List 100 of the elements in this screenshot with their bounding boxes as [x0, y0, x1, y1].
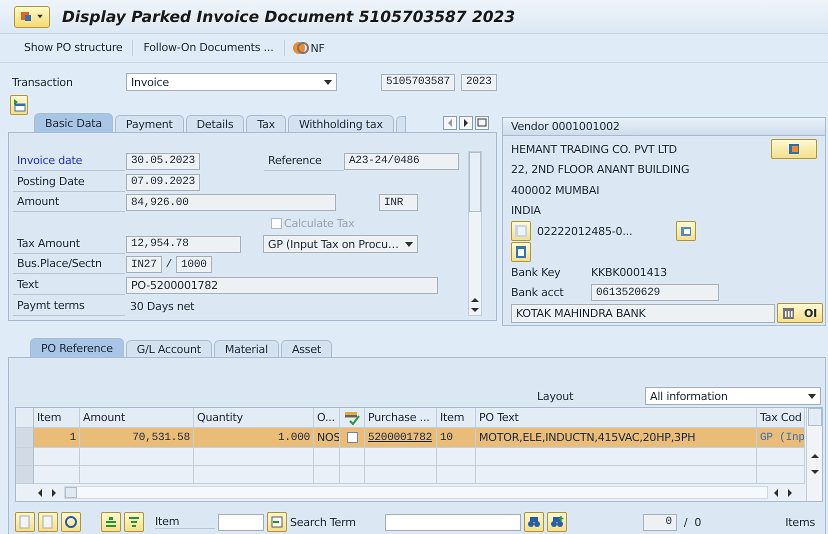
- field-label: Tax Amount: [13, 234, 125, 254]
- page-icon: [41, 515, 55, 529]
- column-header[interactable]: Item: [34, 408, 80, 428]
- communication-button[interactable]: [676, 221, 696, 242]
- column-header[interactable]: Item: [437, 408, 476, 428]
- tab[interactable]: Asset: [280, 340, 332, 357]
- tree-toggle-button[interactable]: [10, 95, 28, 115]
- address-line: INDIA: [511, 204, 541, 218]
- tab[interactable]: Withholding tax: [288, 115, 394, 132]
- table-cell: [340, 466, 365, 484]
- field-label: Amount: [13, 193, 125, 212]
- right-arrow-icon: [463, 119, 469, 127]
- column-header[interactable]: O...: [314, 408, 340, 428]
- fax-button[interactable]: [511, 242, 531, 262]
- table-cell: [314, 448, 340, 466]
- field-label: Bank acct: [511, 286, 564, 300]
- table-cell: 1.000: [194, 428, 314, 448]
- checkmark-icon: [344, 410, 360, 424]
- find-next-button[interactable]: [547, 512, 567, 532]
- field-label: Bus.Place/Sectn: [13, 255, 125, 274]
- search-term-input[interactable]: [385, 514, 521, 530]
- purchase-order-link[interactable]: 5200001782: [365, 428, 437, 448]
- scroll-up-icon[interactable]: [810, 451, 820, 461]
- field-label: Text: [13, 276, 125, 295]
- field-label: Layout: [537, 390, 574, 402]
- grid-icon: [782, 308, 794, 319]
- table-cell: 70,531.58: [80, 428, 194, 448]
- scroll-right-button[interactable]: [459, 116, 473, 130]
- down-arrow-icon[interactable]: [470, 305, 480, 315]
- tax-code-dropdown[interactable]: GP (Input Tax on Procu…: [263, 235, 418, 254]
- layout-dropdown[interactable]: All information: [645, 387, 821, 405]
- tab[interactable]: Tax: [246, 115, 286, 132]
- invoice-date-field: 30.05.2023: [126, 152, 200, 170]
- toolbar-button[interactable]: Follow-On Documents ...: [133, 40, 284, 56]
- address-line: 22, 2ND FLOOR ANANT BUILDING: [511, 163, 690, 176]
- bank-account-field: 0613520629: [591, 284, 719, 302]
- payment-terms-value: 30 Days net: [130, 300, 194, 313]
- details-button[interactable]: [15, 512, 35, 532]
- phone-number: 02222012485-0...: [537, 224, 632, 238]
- column-header[interactable]: Amount: [80, 408, 194, 428]
- tab-list-button[interactable]: [475, 116, 489, 130]
- reference-field: A23-24/0486: [344, 152, 460, 170]
- window-icon: [20, 10, 32, 22]
- tab[interactable]: Basic Data: [34, 113, 113, 132]
- address-line: 400002 MUMBAI: [511, 184, 600, 197]
- filter-icon: [127, 515, 141, 529]
- tax-amount-field: 12,954.78: [126, 236, 241, 253]
- checkbox[interactable]: [346, 432, 358, 443]
- tab[interactable]: Material: [214, 340, 279, 357]
- find-button[interactable]: [524, 512, 544, 532]
- refresh-button[interactable]: [61, 512, 81, 532]
- field-label: Item: [155, 515, 215, 529]
- vendor-details-button[interactable]: [771, 139, 817, 160]
- total-count: 0: [694, 516, 702, 528]
- up-arrow-icon[interactable]: [470, 295, 480, 305]
- menu-button[interactable]: [14, 6, 50, 28]
- left-arrow-icon: [447, 119, 453, 127]
- horizontal-scrollbar[interactable]: [64, 486, 768, 499]
- section-field: 1000: [176, 256, 212, 274]
- window-icon: [477, 118, 487, 128]
- scrollbar[interactable]: [468, 151, 482, 316]
- items-label: Items: [785, 516, 815, 528]
- separator: /: [166, 258, 172, 271]
- sort-button[interactable]: [101, 512, 121, 532]
- tab[interactable]: PO Reference: [30, 338, 124, 357]
- field-label: Transaction: [12, 76, 74, 88]
- device-icon: [679, 224, 694, 238]
- column-header[interactable]: Quantity: [194, 408, 314, 428]
- tab[interactable]: G/L Account: [126, 340, 212, 357]
- tab[interactable]: Payment: [114, 115, 184, 132]
- phone-button[interactable]: [511, 221, 531, 242]
- bank-name-field: KOTAK MAHINDRA BANK: [511, 304, 775, 323]
- table-cell: MOTOR,ELE,INDUCTN,415VAC,20HP,3PH: [476, 428, 757, 448]
- field-label: Search Term: [290, 516, 357, 528]
- posting-date-field: 07.09.2023: [126, 174, 200, 191]
- vendor-header: Vendor 0001001002: [503, 118, 825, 136]
- field-label: Bank Key: [511, 266, 562, 279]
- binoculars-plus-icon: [550, 515, 564, 529]
- column-header[interactable]: [340, 408, 365, 428]
- business-place-field: IN27: [126, 256, 162, 274]
- table-cell: [365, 448, 437, 466]
- toolbar-button[interactable]: Show PO structure: [14, 40, 134, 56]
- go-to-item-button[interactable]: [267, 512, 287, 532]
- item-input[interactable]: [218, 514, 264, 530]
- field-label: Paymt terms: [13, 296, 125, 316]
- transaction-dropdown[interactable]: Invoice: [126, 73, 337, 91]
- column-header[interactable]: PO Text: [476, 408, 757, 428]
- list-icon: [104, 515, 118, 529]
- scroll-down-icon[interactable]: [810, 467, 820, 477]
- currency-field: INR: [379, 194, 418, 212]
- tab[interactable]: Details: [186, 115, 244, 132]
- column-header[interactable]: Tax Cod: [757, 408, 805, 428]
- table-cell: [365, 466, 437, 484]
- filter-button[interactable]: [124, 512, 144, 532]
- table-cell: [314, 466, 340, 484]
- print-preview-button[interactable]: [38, 512, 58, 532]
- table-cell: 10: [437, 428, 476, 448]
- open-items-button[interactable]: OI: [777, 303, 823, 324]
- column-header[interactable]: Purchase ...: [365, 408, 437, 428]
- nf-button[interactable]: NF: [284, 41, 333, 55]
